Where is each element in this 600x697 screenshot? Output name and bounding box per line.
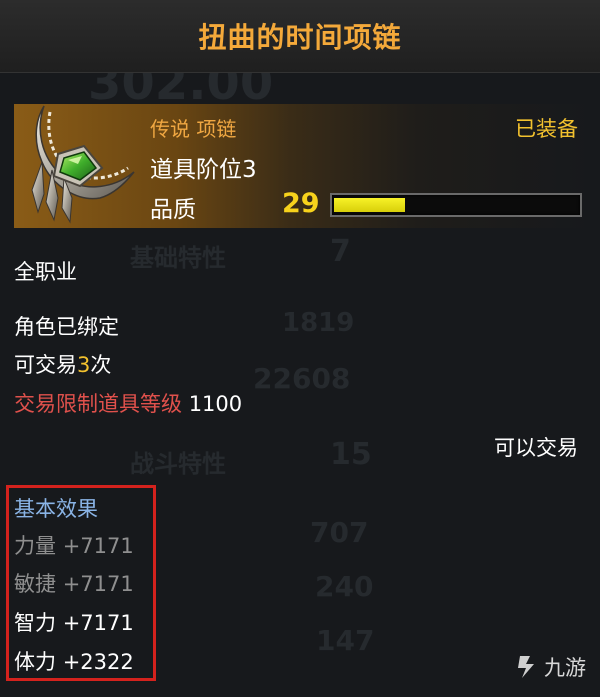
stat-name: 力量 — [14, 534, 56, 558]
item-grade: 传说 — [150, 117, 190, 141]
stat-value: +7171 — [62, 534, 134, 558]
item-type: 项链 — [196, 117, 237, 141]
ghost-text: 7 — [330, 234, 351, 269]
stat-name: 智力 — [14, 611, 56, 635]
stat-name: 敏捷 — [14, 572, 56, 596]
ghost-text: 15 — [330, 437, 372, 472]
quality-bar — [330, 193, 582, 217]
jiuyou-logo-icon — [518, 656, 534, 678]
trade-count-line: 可交易3次 — [14, 349, 111, 379]
emerald-necklace-icon — [31, 105, 135, 224]
quality-value: 29 — [282, 188, 320, 219]
tooltip-header: 扭曲的时间项链 — [0, 0, 600, 73]
quality-label: 品质 — [150, 197, 196, 223]
equipped-label: 已装备 — [515, 117, 578, 141]
watermark-text: 九游 — [544, 656, 586, 680]
trade-limit-line: 交易限制道具等级 1100 — [14, 388, 242, 418]
trade-limit-label: 交易限制道具等级 — [14, 392, 182, 416]
item-grade-type: 传说 项链 — [150, 113, 236, 142]
stat-value: +7171 — [62, 572, 134, 596]
trade-count-prefix: 可交易 — [14, 353, 77, 377]
item-title: 扭曲的时间项链 — [198, 21, 402, 54]
stat-strength: 力量 +7171 — [14, 530, 134, 560]
watermark: 九游 — [514, 652, 586, 682]
ghost-text: 147 — [316, 624, 375, 657]
item-tier: 道具阶位3 — [150, 157, 257, 183]
tradeable-label: 可以交易 — [494, 436, 578, 460]
trade-count-suffix: 次 — [90, 353, 112, 377]
class-restriction: 全职业 — [14, 260, 77, 284]
stat-intelligence: 智力 +7171 — [14, 607, 134, 637]
bound-status: 角色已绑定 — [14, 315, 119, 339]
ghost-text: 22608 — [253, 362, 351, 395]
trade-limit-value: 1100 — [188, 392, 243, 416]
quality-bar-fill — [334, 198, 405, 212]
stat-dexterity: 敏捷 +7171 — [14, 568, 134, 598]
ghost-text: 1819 — [282, 308, 355, 338]
trade-count-value: 3 — [77, 353, 91, 377]
ghost-text: 707 — [310, 516, 369, 549]
stat-value: +7171 — [62, 611, 134, 635]
stat-value: +2322 — [62, 650, 134, 674]
stat-name: 体力 — [14, 650, 56, 674]
ghost-text: 基础特性 — [130, 244, 226, 272]
ghost-text: 战斗特性 — [130, 450, 226, 478]
effects-title: 基本效果 — [14, 497, 98, 521]
stat-vitality: 体力 +2322 — [14, 646, 134, 676]
ghost-text: 240 — [315, 570, 374, 603]
